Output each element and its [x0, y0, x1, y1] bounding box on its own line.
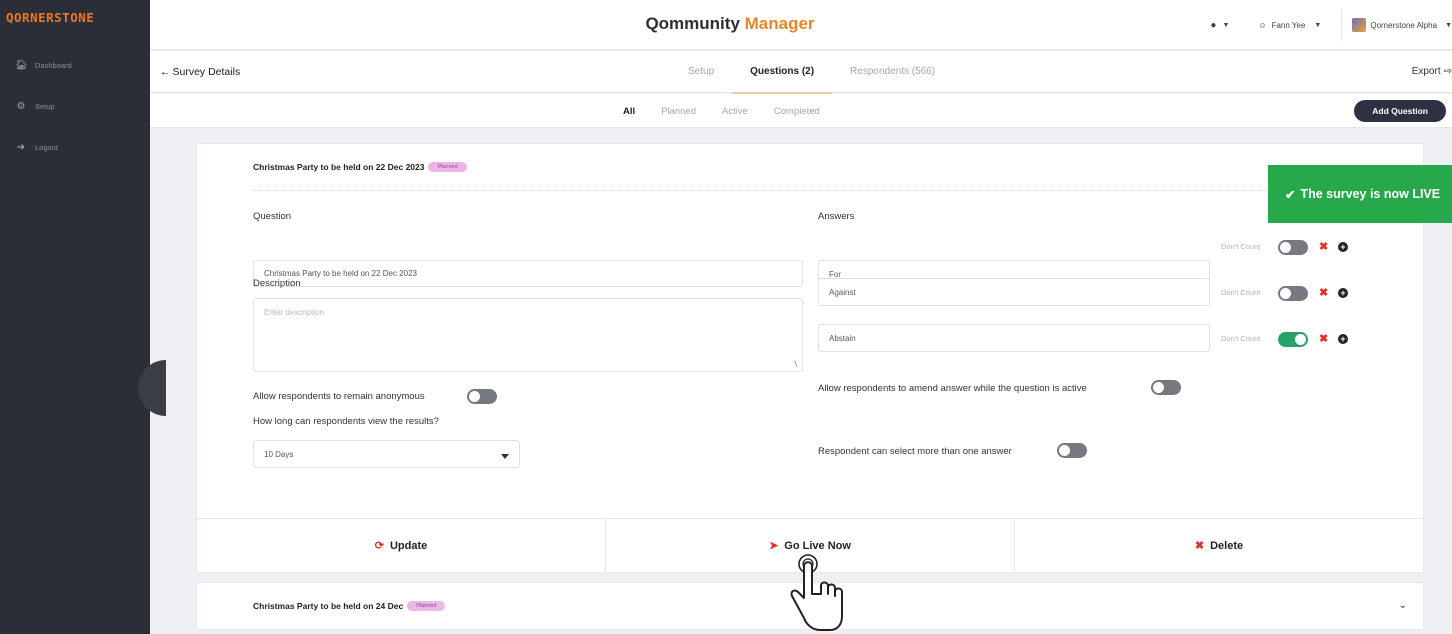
- check-icon: ✔: [1285, 187, 1296, 202]
- remove-answer-icon[interactable]: ✖: [1319, 332, 1328, 345]
- resize-handle-icon[interactable]: ∖: [793, 360, 798, 369]
- multi-answer-toggle[interactable]: [1057, 443, 1087, 458]
- export-button[interactable]: Export ⇨: [1412, 66, 1452, 77]
- add-answer-icon[interactable]: +: [1338, 288, 1348, 298]
- subheader: ← Survey Details Setup Questions (2) Res…: [150, 51, 1452, 94]
- tab-respondents[interactable]: Respondents (566): [832, 51, 953, 93]
- remove-answer-icon[interactable]: ✖: [1319, 240, 1328, 253]
- org-menu[interactable]: Qornerstone Alpha ▼: [1352, 18, 1452, 32]
- filter-tabs: All Planned Active Completed: [610, 94, 833, 128]
- dont-count-toggle-against[interactable]: [1278, 286, 1308, 301]
- anonymous-toggle[interactable]: [467, 389, 497, 404]
- chevron-down-icon[interactable]: ⌄: [1399, 600, 1407, 611]
- question-title: Christmas Party to be held on 22 Dec 202…: [253, 162, 425, 172]
- hand-cursor-icon: [790, 554, 843, 631]
- description-placeholder: Enter description: [264, 308, 325, 317]
- dont-count-toggle-abstain[interactable]: [1278, 332, 1308, 347]
- dont-count-label: Don't Count: [1221, 288, 1261, 297]
- close-icon: ✖: [1194, 540, 1205, 552]
- rocket-icon: ➤: [769, 540, 779, 552]
- filter-active[interactable]: Active: [709, 106, 761, 117]
- app-title: Qommunity Manager: [150, 14, 1310, 34]
- dont-count-label: Don't Count: [1221, 242, 1261, 251]
- tab-questions[interactable]: Questions (2): [732, 51, 832, 94]
- gear-icon: ⚙: [16, 100, 26, 112]
- dont-count-toggle-for[interactable]: [1278, 240, 1308, 255]
- app-title-accent: Manager: [744, 14, 815, 33]
- answers-label: Answers: [818, 211, 855, 222]
- user-menu[interactable]: ☺ Fann Yee ▼: [1258, 21, 1321, 30]
- logout-icon: ➜: [16, 141, 26, 153]
- filter-planned[interactable]: Planned: [648, 106, 709, 117]
- status-badge: Planned: [407, 601, 446, 611]
- org-avatar: [1352, 18, 1367, 32]
- back-label: Survey Details: [172, 66, 241, 78]
- filter-all[interactable]: All: [610, 106, 648, 117]
- status-badge: Planned: [428, 162, 467, 172]
- globe-icon: ●: [1210, 19, 1217, 31]
- remove-answer-icon[interactable]: ✖: [1319, 286, 1328, 299]
- amend-toggle[interactable]: [1151, 380, 1181, 395]
- user-name: Fann Yee: [1271, 20, 1306, 30]
- top-right-controls: ● ▼ ☺ Fann Yee ▼ Qornerstone Alpha ▼: [1210, 0, 1452, 50]
- sidebar-item-label: Logout: [35, 142, 58, 152]
- refresh-icon: ⟳: [374, 540, 384, 552]
- divider: [253, 190, 1383, 191]
- add-question-button[interactable]: Add Question: [1354, 100, 1446, 122]
- sidebar-item-label: Dashboard: [35, 60, 72, 70]
- back-link[interactable]: ← Survey Details: [160, 66, 240, 78]
- question-card: Christmas Party to be held on 22 Dec 202…: [196, 143, 1424, 573]
- divider: [1341, 9, 1343, 41]
- dont-count-label: Don't Count: [1221, 334, 1261, 343]
- add-answer-icon[interactable]: +: [1338, 334, 1348, 344]
- export-label: Export: [1411, 66, 1441, 77]
- sidebar: QORNERSTONE 🏠︎ Dashboard ⚙ Setup ➜ Logou…: [0, 0, 166, 634]
- caret-down-icon: [501, 454, 509, 459]
- delete-label: Delete: [1210, 539, 1244, 552]
- question-label: Question: [253, 211, 292, 222]
- logo[interactable]: QORNERSTONE: [0, 0, 150, 34]
- question-card-header[interactable]: Christmas Party to be held on 22 Dec 202…: [253, 162, 467, 172]
- filterbar: All Planned Active Completed Add Questio…: [150, 94, 1452, 128]
- sidebar-item-dashboard[interactable]: 🏠︎ Dashboard: [0, 55, 150, 75]
- org-name: Qornerstone Alpha: [1370, 20, 1438, 30]
- delete-button[interactable]: ✖ Delete: [1015, 519, 1423, 572]
- app-title-main: Qommunity: [645, 14, 745, 33]
- amend-label: Allow respondents to amend answer while …: [818, 383, 1087, 394]
- chevron-down-icon: ▼: [1222, 21, 1230, 29]
- tab-setup[interactable]: Setup: [670, 51, 732, 93]
- multi-answer-label: Respondent can select more than one answ…: [818, 446, 1012, 457]
- chevron-down-icon: ▼: [1445, 21, 1452, 29]
- go-live-label: Go Live Now: [784, 539, 851, 552]
- home-icon: 🏠︎: [15, 59, 28, 71]
- language-menu[interactable]: ● ▼: [1210, 20, 1236, 31]
- description-textarea[interactable]: Enter description ∖: [253, 298, 803, 372]
- update-button[interactable]: ⟳ Update: [197, 519, 606, 572]
- tabs: Setup Questions (2) Respondents (566): [670, 51, 953, 94]
- sidebar-item-label: Setup: [35, 101, 55, 111]
- toast-message: The survey is now LIVE: [1300, 187, 1441, 201]
- sidebar-item-setup[interactable]: ⚙ Setup: [0, 96, 150, 116]
- view-results-value: 10 Days: [264, 449, 294, 459]
- question-title: Christmas Party to be held on 24 Dec: [253, 601, 404, 611]
- description-label: Description: [253, 278, 301, 289]
- sidebar-collapse-handle[interactable]: [138, 360, 166, 416]
- view-results-label: How long can respondents view the result…: [253, 416, 439, 427]
- update-label: Update: [389, 539, 428, 552]
- success-toast: ✔ The survey is now LIVE: [1268, 165, 1452, 223]
- topbar: Qommunity Manager ● ▼ ☺ Fann Yee ▼ Qorner…: [150, 0, 1452, 50]
- anonymous-label: Allow respondents to remain anonymous: [253, 391, 425, 402]
- export-icon: ⇨: [1443, 66, 1452, 77]
- filter-completed[interactable]: Completed: [761, 106, 833, 117]
- question-card-header: Christmas Party to be held on 24 Dec Pla…: [253, 601, 446, 611]
- add-answer-icon[interactable]: +: [1338, 242, 1348, 252]
- view-results-select[interactable]: 10 Days: [253, 440, 520, 468]
- answer-input-abstain[interactable]: Abstain: [818, 324, 1210, 352]
- question-input[interactable]: Christmas Party to be held on 22 Dec 202…: [253, 260, 803, 287]
- sidebar-item-logout[interactable]: ➜ Logout: [0, 137, 150, 157]
- arrow-left-icon: ←: [160, 66, 171, 78]
- chevron-down-icon: ▼: [1314, 21, 1322, 29]
- user-icon: ☺: [1258, 20, 1267, 30]
- answer-input-against[interactable]: Against: [818, 278, 1210, 306]
